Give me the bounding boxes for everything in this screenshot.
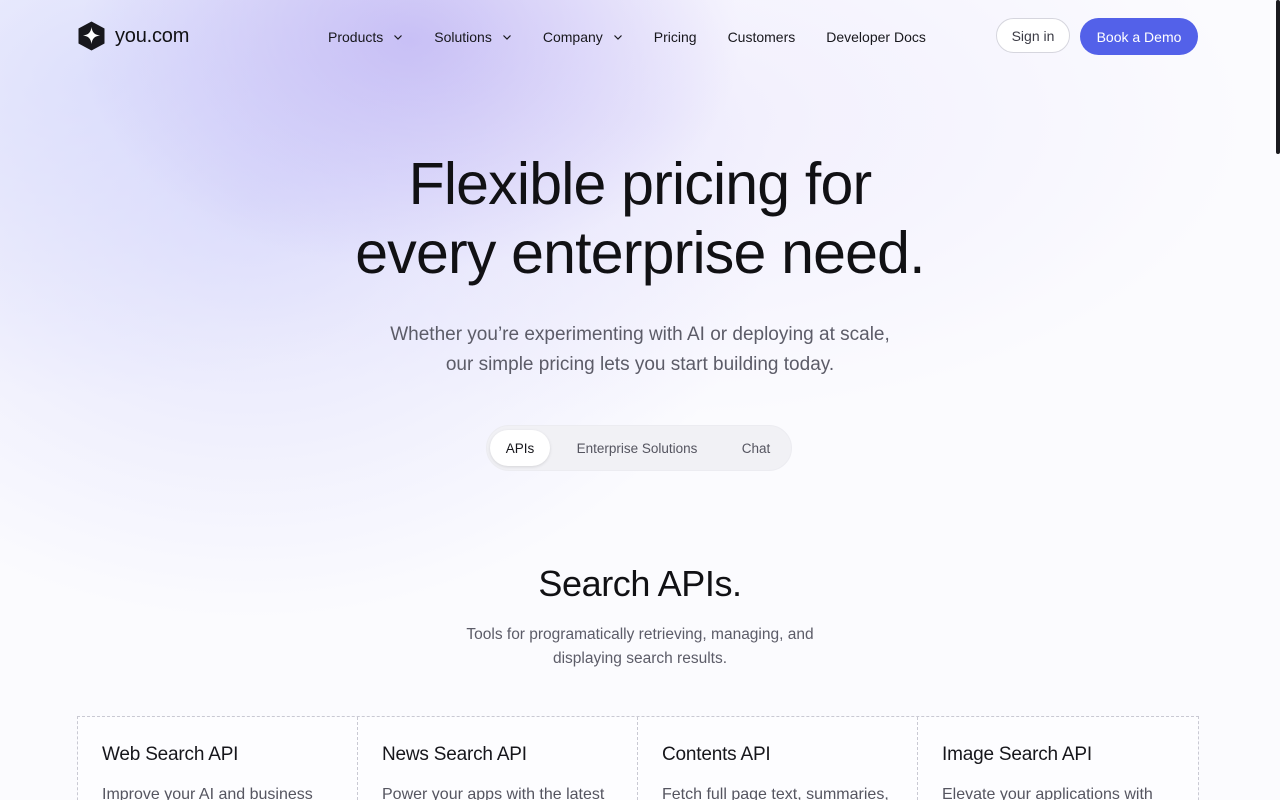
nav-products-label: Products	[328, 29, 384, 45]
section-subtitle: Tools for programatically retrieving, ma…	[0, 623, 1280, 671]
card-description: Improve your AI and business	[102, 786, 313, 800]
nav-customers[interactable]: Customers	[728, 28, 796, 46]
scrollbar-thumb[interactable]	[1276, 0, 1280, 154]
nav-developer-docs[interactable]: Developer Docs	[826, 28, 926, 46]
nav-products[interactable]: Products	[328, 28, 403, 46]
card-title: Web Search API	[102, 744, 239, 765]
book-demo-button[interactable]: Book a Demo	[1080, 18, 1198, 55]
nav-solutions[interactable]: Solutions	[434, 28, 512, 46]
nav-company-label: Company	[542, 29, 603, 45]
sign-in-button[interactable]: Sign in	[996, 18, 1070, 53]
logo[interactable]: you.com	[77, 21, 189, 51]
nav-pricing-label: Pricing	[653, 29, 697, 45]
hero-title-line-2: every enterprise need.	[355, 220, 925, 286]
tab-apis[interactable]: APIs	[490, 430, 550, 466]
nav-solutions-label: Solutions	[434, 29, 492, 45]
chevron-down-icon	[502, 35, 511, 40]
card-title: Image Search API	[942, 744, 1092, 765]
pricing-tabs: APIs Enterprise Solutions Chat	[486, 425, 792, 471]
hero-subtitle-line-2: our simple pricing lets you start buildi…	[445, 354, 835, 375]
card-description: Elevate your applications with	[942, 786, 1153, 800]
section-title: Search APIs.	[538, 563, 742, 604]
card-title: News Search API	[382, 744, 527, 765]
card-web-search-api[interactable]: Web Search API Improve your AI and busin…	[78, 717, 358, 800]
hero-title: Flexible pricing for every enterprise ne…	[0, 150, 1280, 288]
page: you.com Products Solutions Company Prici…	[0, 0, 1280, 800]
section-subtitle-line-1: Tools for programatically retrieving, ma…	[466, 626, 814, 643]
api-cards: Web Search API Improve your AI and busin…	[77, 716, 1199, 800]
main-nav: Products Solutions Company Pricing Custo…	[328, 28, 926, 46]
nav-developer-docs-label: Developer Docs	[826, 29, 926, 45]
hero-subtitle-line-1: Whether you’re experimenting with AI or …	[390, 324, 890, 345]
hero-subtitle: Whether you’re experimenting with AI or …	[0, 320, 1280, 380]
page-scrollbar[interactable]	[1276, 0, 1280, 800]
logo-text: you.com	[115, 24, 190, 47]
you-com-logo-icon	[78, 21, 105, 51]
nav-pricing[interactable]: Pricing	[654, 28, 697, 46]
card-title: Contents API	[662, 744, 771, 765]
nav-company[interactable]: Company	[543, 28, 623, 46]
chevron-down-icon	[613, 35, 622, 40]
hero-title-line-1: Flexible pricing for	[408, 151, 873, 217]
nav-customers-label: Customers	[727, 29, 796, 45]
card-description: Fetch full page text, summaries,	[662, 786, 889, 800]
tab-enterprise-solutions[interactable]: Enterprise Solutions	[563, 430, 711, 466]
tab-chat[interactable]: Chat	[727, 430, 785, 466]
card-image-search-api[interactable]: Image Search API Elevate your applicatio…	[918, 717, 1198, 800]
section-subtitle-line-2: displaying search results.	[552, 650, 728, 667]
chevron-down-icon	[394, 35, 403, 40]
card-news-search-api[interactable]: News Search API Power your apps with the…	[358, 717, 638, 800]
card-contents-api[interactable]: Contents API Fetch full page text, summa…	[638, 717, 918, 800]
background-gradient	[0, 0, 1280, 800]
site-header: you.com Products Solutions Company Prici…	[0, 0, 1280, 74]
card-description: Power your apps with the latest	[382, 786, 605, 800]
